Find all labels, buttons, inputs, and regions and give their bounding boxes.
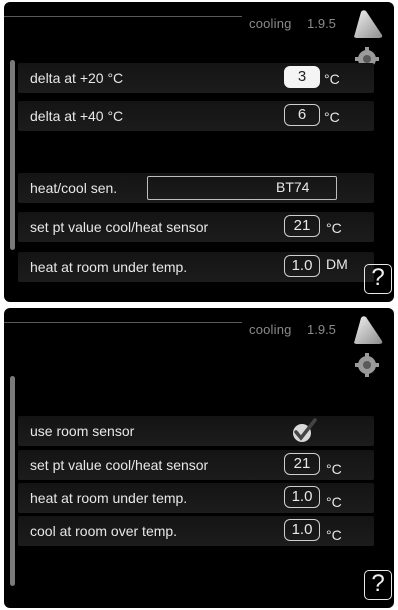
delta-20-value[interactable]: 3 [284, 66, 320, 88]
sensor-value: BT74 [276, 179, 310, 195]
set-pt-value[interactable]: 21 [284, 453, 320, 475]
sensor-select[interactable]: BT74 [147, 176, 337, 200]
cooling-screen-1: cooling 1.9.5 delta at +20 °C 3 °C delta… [4, 2, 394, 302]
unit-label: DM [326, 256, 348, 272]
row-label: heat at room under temp. [30, 259, 188, 275]
row-label: delta at +40 °C [30, 108, 124, 124]
scrollbar[interactable] [10, 376, 15, 586]
help-icon[interactable]: ? [364, 264, 392, 294]
cooling-screen-2: cooling 1.9.5 use room sensor set pt val… [4, 308, 394, 608]
row-label: heat/cool sen. [30, 180, 118, 196]
row-label: heat at room under temp. [30, 490, 188, 506]
row-heat-under-temp[interactable]: heat at room under temp. 1.0 °C [18, 483, 374, 513]
heat-under-temp-value[interactable]: 1.0 [284, 255, 320, 277]
scrollbar[interactable] [10, 60, 15, 250]
house-icon[interactable] [351, 314, 385, 346]
row-delta-40[interactable]: delta at +40 °C 6 °C [18, 101, 374, 131]
checkmark-icon[interactable] [290, 417, 318, 445]
row-label: set pt value cool/heat sensor [30, 457, 209, 473]
row-label: delta at +20 °C [30, 70, 124, 86]
unit-label: °C [326, 494, 342, 510]
house-icon[interactable] [351, 8, 385, 40]
row-label: cool at room over temp. [30, 523, 178, 539]
unit-label: °C [324, 71, 340, 87]
row-cool-over-temp[interactable]: cool at room over temp. 1.0 °C [18, 516, 374, 546]
menu-number: 1.9.5 [307, 322, 336, 337]
menu-number: 1.9.5 [307, 16, 336, 31]
title-divider [4, 16, 242, 17]
unit-label: °C [326, 527, 342, 543]
row-use-room-sensor[interactable]: use room sensor [18, 416, 374, 446]
delta-40-value[interactable]: 6 [284, 104, 320, 126]
heat-under-temp-value[interactable]: 1.0 [284, 486, 320, 508]
unit-label: °C [326, 461, 342, 477]
title-divider [4, 322, 242, 323]
help-icon[interactable]: ? [364, 570, 392, 600]
row-label: set pt value cool/heat sensor [30, 219, 209, 235]
row-label: use room sensor [30, 423, 135, 439]
row-set-pt-value[interactable]: set pt value cool/heat sensor 21 °C [18, 450, 374, 480]
row-heat-cool-sensor[interactable]: heat/cool sen. BT74 [18, 173, 374, 203]
cool-over-temp-value[interactable]: 1.0 [284, 519, 320, 541]
menu-title: cooling [249, 16, 292, 31]
set-pt-value[interactable]: 21 [284, 215, 320, 237]
unit-label: °C [324, 109, 340, 125]
row-set-pt-value[interactable]: set pt value cool/heat sensor 21 °C [18, 212, 374, 242]
menu-title: cooling [249, 322, 292, 337]
unit-label: °C [326, 220, 342, 236]
row-delta-20[interactable]: delta at +20 °C 3 °C [18, 63, 374, 93]
gear-icon[interactable] [354, 352, 380, 378]
row-heat-under-temp[interactable]: heat at room under temp. 1.0 DM [18, 252, 374, 282]
